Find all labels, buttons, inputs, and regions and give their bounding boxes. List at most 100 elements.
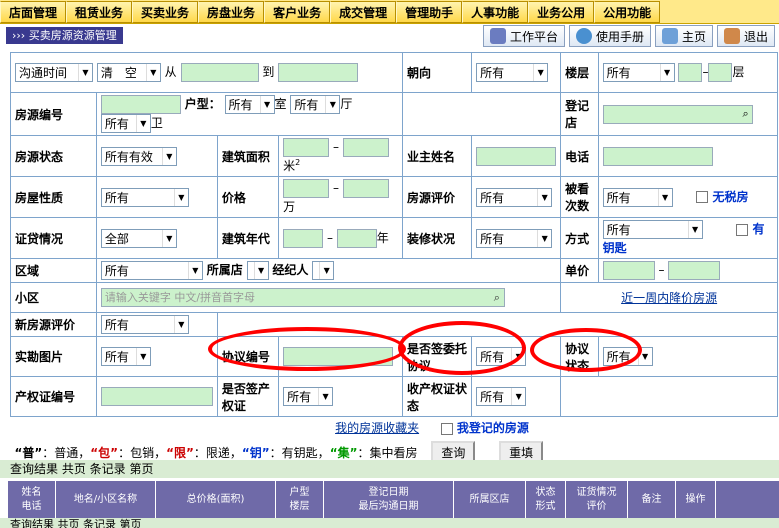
halls-select[interactable]: 所有 ▼ <box>290 95 341 114</box>
area-to-input[interactable] <box>342 138 389 157</box>
rooms-value: 所有 <box>228 98 253 112</box>
community-input[interactable]: 请输入关键字 中文/拼音首字母 ⌕ <box>100 288 505 307</box>
has-key-checkbox[interactable] <box>736 223 749 236</box>
chevron-down-icon: ▼ <box>325 96 340 113</box>
search-icon: ⌕ <box>742 106 749 120</box>
new-rating-value: 所有 <box>104 318 129 332</box>
unit-price-from-input[interactable] <box>602 261 655 280</box>
column-header-5: 所属区店 <box>454 481 526 518</box>
phone-input[interactable] <box>602 146 713 166</box>
logout-button[interactable]: 退出 <box>716 25 775 47</box>
highlight-oval-agreement-status <box>530 328 642 372</box>
baths-value: 所有 <box>104 117 129 131</box>
nav-item-7[interactable]: 人事功能 <box>462 1 529 23</box>
property-type-label: 房屋性质 <box>10 176 97 218</box>
deed-no-input[interactable] <box>100 387 213 406</box>
price-unit: 万 <box>283 200 296 214</box>
nav-item-9[interactable]: 公用功能 <box>594 1 661 23</box>
nav-item-3[interactable]: 房盘业务 <box>198 1 265 23</box>
photo-select[interactable]: 所有 ▼ <box>100 347 151 366</box>
orientation-select[interactable]: 所有 ▼ <box>476 63 549 82</box>
decoration-select[interactable]: 所有 ▼ <box>476 228 553 248</box>
deed-collect-select[interactable]: 所有 ▼ <box>476 387 527 406</box>
agent-select[interactable]: ▼ <box>312 261 335 280</box>
clear-select[interactable]: 清 空 ▼ <box>96 63 161 82</box>
decoration-value: 所有 <box>480 231 505 246</box>
chevron-down-icon: ▼ <box>253 262 268 279</box>
baths-select[interactable]: 所有 ▼ <box>100 114 151 133</box>
area-label: 建筑面积 <box>216 135 280 177</box>
tax-free-checkbox[interactable] <box>696 191 709 203</box>
time-to-input[interactable] <box>278 63 359 82</box>
register-store-input[interactable]: ⌕ <box>602 104 753 124</box>
nav-item-8[interactable]: 业务公用 <box>528 1 595 23</box>
rating-select[interactable]: 所有 ▼ <box>476 187 553 207</box>
rating-value: 所有 <box>480 190 505 205</box>
rooms-select[interactable]: 所有 ▼ <box>224 95 275 114</box>
property-type-select[interactable]: 所有 ▼ <box>100 187 189 207</box>
search-form: 沟通时间 ▼ 清 空 ▼ 从 到 朝向 所有 ▼ 楼层 所有 ▼ – 层 房源编号 户型：… <box>9 52 779 466</box>
floor-to-input[interactable] <box>708 63 733 82</box>
nav-item-5[interactable]: 成交管理 <box>330 1 397 23</box>
from-label: 从 <box>164 65 177 79</box>
column-header-0: 姓名 电话 <box>8 481 56 518</box>
tax-free-label: 无税房 <box>712 189 749 204</box>
chevron-down-icon: ▼ <box>135 115 150 132</box>
nav-item-6[interactable]: 管理助手 <box>396 1 463 23</box>
time-type-select[interactable]: 沟通时间 ▼ <box>15 63 93 82</box>
new-rating-select[interactable]: 所有 ▼ <box>100 315 189 334</box>
rooms-unit: 室 <box>274 97 287 111</box>
year-to-input[interactable] <box>336 228 377 248</box>
chevron-down-icon: ▼ <box>173 188 188 206</box>
year-from-input[interactable] <box>283 228 324 248</box>
column-header-4: 登记日期 最后沟通日期 <box>324 481 454 518</box>
nav-item-0[interactable]: 店面管理 <box>0 1 67 23</box>
column-header-6: 状态 形式 <box>526 481 566 518</box>
view-count-value: 所有 <box>606 190 631 205</box>
my-registered-checkbox[interactable] <box>440 422 453 435</box>
area-from-input[interactable] <box>283 138 330 157</box>
halls-unit: 厅 <box>340 97 353 111</box>
chevron-down-icon: ▼ <box>259 96 274 113</box>
loan-status-select[interactable]: 全部 ▼ <box>100 228 177 248</box>
nav-item-4[interactable]: 客户业务 <box>264 1 331 23</box>
price-drop-link[interactable]: 近一周内降价房源 <box>621 291 717 305</box>
view-count-select[interactable]: 所有 ▼ <box>602 187 673 207</box>
owner-name-input[interactable] <box>476 146 557 166</box>
listing-id-input[interactable] <box>100 95 181 114</box>
column-header-1: 地名/小区名称 <box>56 481 156 518</box>
deed-signed-select[interactable]: 所有 ▼ <box>283 387 334 406</box>
phone-label: 电话 <box>560 135 599 177</box>
manual-label: 使用手册 <box>595 29 644 44</box>
store-select[interactable]: ▼ <box>246 261 269 280</box>
favorites-row: 我的房源收藏夹 我登记的房源 <box>11 417 778 439</box>
year-unit: 年 <box>376 230 389 245</box>
photo-label: 实勘图片 <box>10 336 97 377</box>
workspace-label: 工作平台 <box>509 29 558 44</box>
favorites-link[interactable]: 我的房源收藏夹 <box>335 421 419 435</box>
row-time: 沟通时间 ▼ 清 空 ▼ 从 到 <box>9 52 404 93</box>
price-to-input[interactable] <box>342 179 389 198</box>
deed-signed-label: 是否签产权证 <box>216 376 280 417</box>
method-select[interactable]: 所有 ▼ <box>602 220 703 239</box>
price-from-input[interactable] <box>283 179 330 198</box>
chevron-down-icon: ▼ <box>657 188 672 206</box>
nav-item-2[interactable]: 买卖业务 <box>132 1 199 23</box>
chevron-down-icon: ▼ <box>78 64 92 81</box>
nav-item-1[interactable]: 租赁业务 <box>66 1 133 23</box>
my-registered-label: 我登记的房源 <box>456 421 529 436</box>
workspace-button[interactable]: 工作平台 <box>482 25 565 47</box>
new-rating-label: 新房源评价 <box>10 312 97 337</box>
chevron-down-icon: ▼ <box>135 348 150 365</box>
floor-from-input[interactable] <box>678 63 703 82</box>
manual-button[interactable]: 使用手册 <box>568 25 651 47</box>
district-select[interactable]: 所有 ▼ <box>100 261 203 280</box>
floor-select[interactable]: 所有 ▼ <box>602 63 675 82</box>
chevron-down-icon: ▼ <box>687 221 702 238</box>
legend-desc-3: ：有钥匙， <box>269 445 330 460</box>
time-from-input[interactable] <box>180 63 259 82</box>
unit-price-to-input[interactable] <box>668 261 721 280</box>
status-select[interactable]: 所有有效 ▼ <box>100 146 177 166</box>
chevron-down-icon: ▼ <box>173 316 188 333</box>
home-button[interactable]: 主页 <box>654 25 713 47</box>
